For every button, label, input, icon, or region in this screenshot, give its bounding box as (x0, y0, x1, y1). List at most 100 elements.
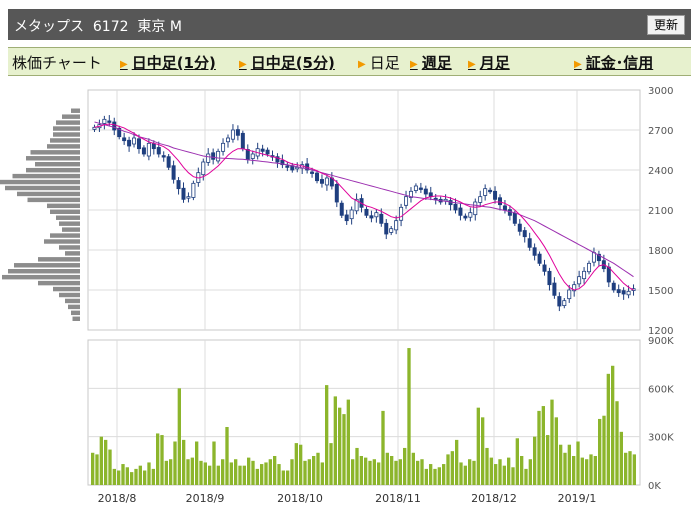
candle-body (339, 202, 344, 216)
candle-body (151, 143, 156, 150)
volume-bar (342, 414, 346, 485)
volume-bar (476, 407, 480, 485)
volume-bar (359, 456, 363, 485)
profile-bar (56, 120, 80, 125)
volume-bar (468, 459, 472, 485)
candle-body (235, 129, 240, 136)
candle-body (112, 121, 117, 131)
volume-bar (533, 436, 537, 485)
volume-bar (550, 399, 554, 485)
triangle-icon: ▶ (120, 59, 128, 70)
volume-bar (268, 459, 272, 485)
volume-bar (576, 441, 580, 485)
candle-body (344, 214, 349, 222)
candle-body (374, 212, 379, 218)
candle-body (587, 262, 592, 273)
volume-bar (173, 441, 177, 485)
volume-bar (299, 444, 303, 485)
tab-daily: ▶ 日足 (358, 52, 400, 73)
profile-bar (38, 280, 80, 286)
profile-bar (71, 108, 80, 113)
candle-body (211, 152, 216, 160)
triangle-icon: ▶ (468, 59, 476, 70)
volume-bar (221, 459, 225, 485)
volume-bar (307, 459, 311, 485)
volume-bar (195, 441, 199, 485)
candle-body (423, 188, 428, 195)
volume-bar (199, 460, 203, 485)
tab-margin-credit[interactable]: ▶ 証金･信用 (574, 52, 653, 73)
volume-bar (286, 470, 290, 485)
volume-bar (329, 443, 333, 485)
profile-bar (59, 245, 80, 250)
volume-y-tick-label: 600K (648, 384, 674, 395)
volume-bar (563, 452, 567, 485)
profile-bar (47, 144, 80, 149)
volume-bar (229, 462, 233, 485)
volume-bar (416, 460, 420, 485)
volume-bar (572, 456, 576, 485)
volume-bar (242, 465, 246, 485)
volume-bar (104, 439, 108, 485)
volume-bar (390, 456, 394, 485)
volume-bar (624, 452, 628, 485)
candle-body (349, 209, 354, 220)
volume-bar (559, 444, 563, 485)
candle-body (463, 215, 468, 219)
candle (339, 200, 344, 218)
volume-bar (208, 465, 212, 485)
volume-bar (424, 468, 428, 485)
volume-bar (182, 439, 186, 485)
volume-bar (99, 436, 103, 485)
x-tick-label: 2019/1 (558, 492, 597, 505)
candle-body (493, 190, 498, 200)
x-tick-label: 2018/9 (186, 492, 225, 505)
profile-bar (26, 156, 80, 161)
candle-body (324, 177, 329, 186)
volume-bar (238, 465, 242, 485)
volume-bar (602, 415, 606, 485)
candle-body (557, 296, 562, 307)
price-y-tick-label: 2100 (648, 206, 673, 217)
candle-body (606, 266, 611, 283)
profile-bar (26, 167, 80, 173)
candle-body (458, 207, 463, 216)
candle-body (107, 120, 112, 123)
tab-weekly[interactable]: ▶ 週足 (410, 52, 452, 73)
candle-body (166, 156, 171, 168)
candle-body (542, 264, 547, 272)
volume-bar (121, 464, 125, 485)
candle-body (216, 150, 221, 162)
candle-body (404, 196, 409, 206)
candle-body (611, 282, 616, 291)
candle-body (621, 290, 626, 295)
profile-bar (44, 239, 80, 244)
volume-bar (294, 443, 298, 485)
stock-title: メタップス 6172 東京 M (14, 19, 182, 35)
volume-bar (398, 459, 402, 485)
volume-bar (455, 439, 459, 485)
candle (166, 154, 171, 170)
volume-bar (108, 449, 112, 485)
candle-body (127, 139, 132, 147)
tab-monthly[interactable]: ▶ 月足 (468, 52, 510, 73)
candle-body (616, 289, 621, 294)
tab-intraday-1min[interactable]: ▶ 日中足(1分) (120, 52, 216, 73)
volume-bar (338, 407, 342, 485)
candle-body (225, 137, 230, 143)
refresh-button[interactable]: 更新 (646, 15, 685, 35)
stock-chart: 3000270024002100180015001200900K600K300K… (0, 86, 674, 505)
candle-body (186, 196, 191, 199)
candle-body (364, 208, 369, 216)
tab-intraday-5min[interactable]: ▶ 日中足(5分) (239, 52, 335, 73)
volume-bar (498, 459, 502, 485)
candle-body (379, 213, 384, 224)
candle-body (507, 209, 512, 216)
volume-bar (134, 468, 138, 485)
volume-bar (273, 456, 277, 485)
candle-body (250, 153, 255, 159)
volume-bar (151, 468, 155, 485)
tab-label: 日中足(5分) (250, 54, 335, 72)
candle-body (245, 149, 250, 160)
candle-body (230, 129, 235, 140)
